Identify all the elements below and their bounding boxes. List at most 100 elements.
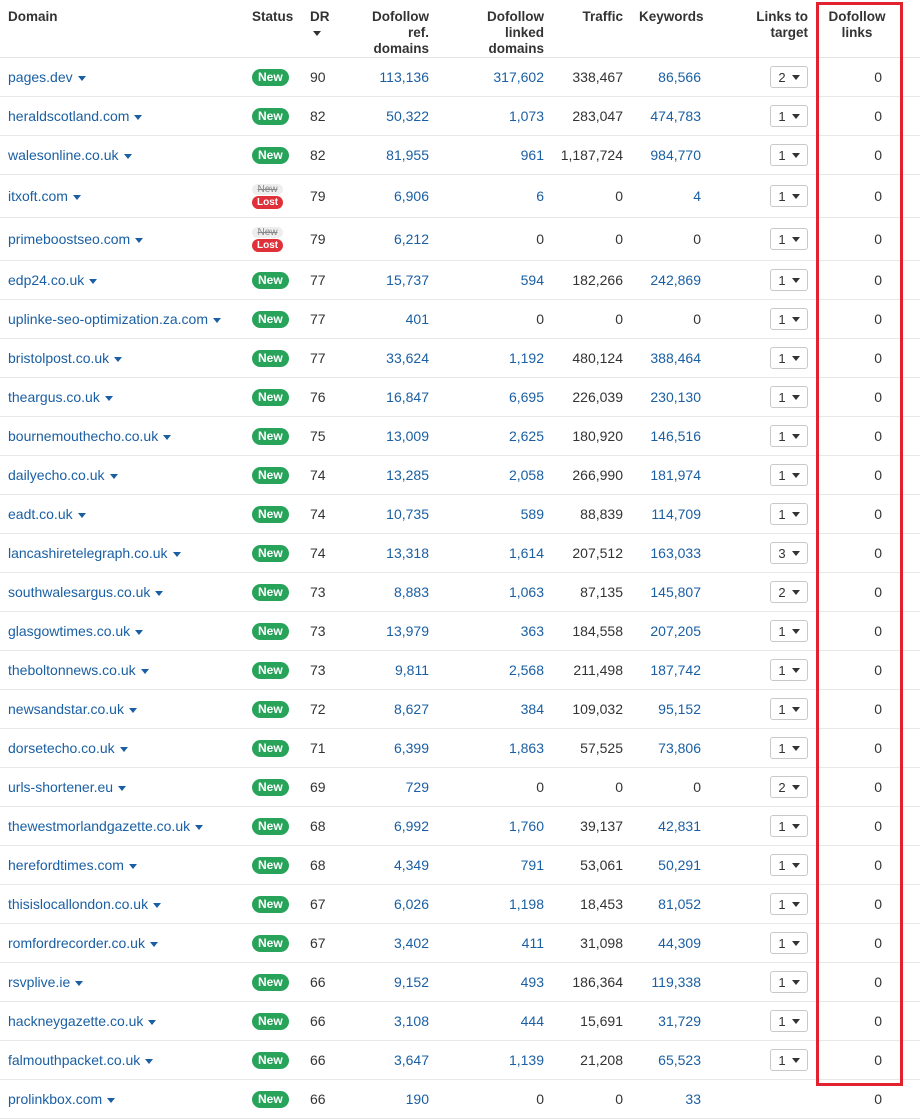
header-dofollow-ref-domains[interactable]: Dofollow ref. domains [342, 0, 437, 58]
domain-link[interactable]: falmouthpacket.co.uk [8, 1052, 154, 1068]
keywords-value[interactable]: 187,742 [650, 662, 701, 678]
keywords-value[interactable]: 181,974 [650, 467, 701, 483]
links-to-target-select[interactable]: 1 [770, 932, 808, 954]
keywords-value[interactable]: 145,807 [650, 584, 701, 600]
links-to-target-select[interactable]: 1 [770, 185, 808, 207]
linked-domains-value[interactable]: 411 [522, 935, 544, 951]
linked-domains-value[interactable]: 6 [536, 188, 544, 204]
linked-domains-value[interactable]: 6,695 [509, 389, 544, 405]
domain-link[interactable]: thewestmorlandgazette.co.uk [8, 818, 204, 834]
links-to-target-select[interactable]: 1 [770, 815, 808, 837]
links-to-target-select[interactable]: 1 [770, 659, 808, 681]
linked-domains-value[interactable]: 384 [521, 701, 544, 717]
keywords-value[interactable]: 230,130 [650, 389, 701, 405]
links-to-target-select[interactable]: 1 [770, 105, 808, 127]
ref-domains-link[interactable]: 81,955 [386, 147, 429, 163]
domain-name[interactable]: walesonline.co.uk [8, 147, 119, 163]
domain-name[interactable]: lancashiretelegraph.co.uk [8, 545, 168, 561]
caret-down-icon[interactable] [155, 590, 164, 596]
header-status[interactable]: Status [244, 0, 302, 58]
domain-link[interactable]: bournemouthecho.co.uk [8, 428, 172, 444]
ref-domains-link[interactable]: 16,847 [386, 389, 429, 405]
keywords-value[interactable]: 984,770 [650, 147, 701, 163]
caret-down-icon[interactable] [118, 785, 127, 791]
ref-domains-link[interactable]: 6,212 [394, 231, 429, 247]
ref-domains-link[interactable]: 13,979 [386, 623, 429, 639]
links-to-target-select[interactable]: 1 [770, 386, 808, 408]
caret-down-icon[interactable] [145, 1058, 154, 1064]
keywords-value[interactable]: 33 [685, 1091, 701, 1107]
ref-domains-link[interactable]: 10,735 [386, 506, 429, 522]
domain-name[interactable]: romfordrecorder.co.uk [8, 935, 145, 951]
keywords-value[interactable]: 242,869 [650, 272, 701, 288]
ref-domains-link[interactable]: 15,737 [386, 272, 429, 288]
domain-link[interactable]: pages.dev [8, 69, 86, 85]
keywords-value[interactable]: 146,516 [650, 428, 701, 444]
caret-down-icon[interactable] [114, 356, 123, 362]
domain-name[interactable]: dailyecho.co.uk [8, 467, 105, 483]
keywords-value[interactable]: 81,052 [658, 896, 701, 912]
ref-domains-link[interactable]: 3,647 [394, 1052, 429, 1068]
linked-domains-value[interactable]: 493 [521, 974, 544, 990]
linked-domains-value[interactable]: 2,058 [509, 467, 544, 483]
domain-link[interactable]: southwalesargus.co.uk [8, 584, 164, 600]
links-to-target-select[interactable]: 1 [770, 1049, 808, 1071]
caret-down-icon[interactable] [104, 395, 113, 401]
domain-link[interactable]: bristolpost.co.uk [8, 350, 123, 366]
domain-link[interactable]: theargus.co.uk [8, 389, 113, 405]
domain-link[interactable]: uplinke-seo-optimization.za.com [8, 311, 221, 327]
linked-domains-value[interactable]: 1,073 [509, 108, 544, 124]
domain-link[interactable]: edp24.co.uk [8, 272, 98, 288]
caret-down-icon[interactable] [134, 114, 143, 120]
domain-link[interactable]: urls-shortener.eu [8, 779, 127, 795]
domain-link[interactable]: itxoft.com [8, 188, 81, 204]
links-to-target-select[interactable]: 2 [770, 776, 808, 798]
ref-domains-link[interactable]: 190 [406, 1091, 429, 1107]
domain-name[interactable]: bristolpost.co.uk [8, 350, 109, 366]
domain-name[interactable]: urls-shortener.eu [8, 779, 113, 795]
domain-link[interactable]: dailyecho.co.uk [8, 467, 118, 483]
links-to-target-select[interactable]: 1 [770, 620, 808, 642]
linked-domains-value[interactable]: 444 [521, 1013, 544, 1029]
caret-down-icon[interactable] [195, 824, 204, 830]
links-to-target-select[interactable]: 1 [770, 854, 808, 876]
keywords-value[interactable]: 207,205 [650, 623, 701, 639]
linked-domains-value[interactable]: 589 [521, 506, 544, 522]
caret-down-icon[interactable] [212, 317, 221, 323]
header-dr[interactable]: DR [302, 0, 342, 58]
keywords-value[interactable]: 474,783 [650, 108, 701, 124]
domain-name[interactable]: falmouthpacket.co.uk [8, 1052, 140, 1068]
caret-down-icon[interactable] [89, 278, 98, 284]
ref-domains-link[interactable]: 6,992 [394, 818, 429, 834]
keywords-value[interactable]: 42,831 [658, 818, 701, 834]
domain-name[interactable]: southwalesargus.co.uk [8, 584, 150, 600]
domain-name[interactable]: theboltonnews.co.uk [8, 662, 136, 678]
domain-name[interactable]: prolinkbox.com [8, 1091, 102, 1107]
caret-down-icon[interactable] [75, 980, 84, 986]
header-dofollow-links[interactable]: Dofollow links [816, 0, 920, 58]
linked-domains-value[interactable]: 2,625 [509, 428, 544, 444]
linked-domains-value[interactable]: 317,602 [493, 69, 544, 85]
ref-domains-link[interactable]: 401 [406, 311, 429, 327]
links-to-target-select[interactable]: 1 [770, 425, 808, 447]
linked-domains-value[interactable]: 2,568 [509, 662, 544, 678]
caret-down-icon[interactable] [107, 1097, 116, 1103]
links-to-target-select[interactable]: 1 [770, 698, 808, 720]
linked-domains-value[interactable]: 594 [521, 272, 544, 288]
links-to-target-select[interactable]: 1 [770, 1010, 808, 1032]
domain-name[interactable]: herefordtimes.com [8, 857, 124, 873]
linked-domains-value[interactable]: 1,063 [509, 584, 544, 600]
domain-name[interactable]: itxoft.com [8, 188, 68, 204]
links-to-target-select[interactable]: 1 [770, 144, 808, 166]
domain-name[interactable]: pages.dev [8, 69, 73, 85]
domain-name[interactable]: dorsetecho.co.uk [8, 740, 115, 756]
caret-down-icon[interactable] [77, 512, 86, 518]
domain-name[interactable]: glasgowtimes.co.uk [8, 623, 130, 639]
caret-down-icon[interactable] [77, 75, 86, 81]
domain-name[interactable]: uplinke-seo-optimization.za.com [8, 311, 208, 327]
links-to-target-select[interactable]: 2 [770, 66, 808, 88]
caret-down-icon[interactable] [153, 902, 162, 908]
header-links-to-target[interactable]: Links to target [709, 0, 816, 58]
domain-link[interactable]: heraldscotland.com [8, 108, 143, 124]
header-dofollow-linked-domains[interactable]: Dofollow linked domains [437, 0, 552, 58]
